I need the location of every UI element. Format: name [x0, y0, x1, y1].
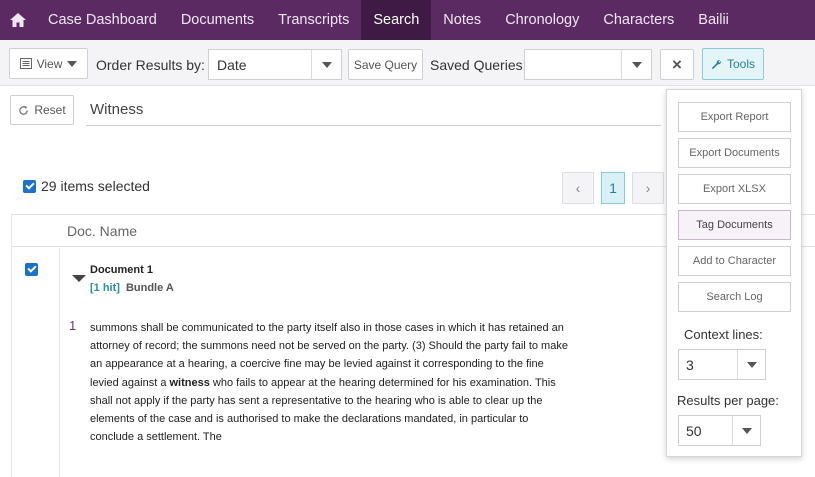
nav-chronology[interactable]: Chronology [493, 0, 591, 40]
export-xlsx-button[interactable]: Export XLSX [678, 174, 791, 204]
column-header-doc-name[interactable]: Doc. Name [67, 223, 137, 239]
expand-toggle-icon[interactable] [72, 275, 86, 282]
snippet-highlight: witness [169, 376, 210, 389]
order-results-select[interactable]: Date [208, 49, 342, 80]
wrench-icon [712, 59, 721, 69]
column-divider [59, 248, 60, 477]
results-per-page-label: Results per page: [677, 393, 779, 408]
tools-dropdown-panel: Export Report Export Documents Export XL… [666, 89, 802, 457]
view-button[interactable]: View [9, 48, 88, 79]
context-lines-value: 3 [686, 356, 694, 373]
tools-label: Tools [726, 57, 755, 71]
tag-documents-button[interactable]: Tag Documents [678, 210, 791, 240]
select-all-checkbox[interactable] [23, 179, 36, 193]
chevron-down-icon [621, 50, 651, 79]
order-results-label: Order Results by: [96, 57, 205, 73]
nav-notes[interactable]: Notes [431, 0, 493, 40]
context-lines-select[interactable]: 3 [678, 349, 766, 380]
hit-count-link[interactable]: [1 hit] [90, 282, 120, 294]
save-query-button[interactable]: Save Query [348, 49, 423, 80]
tools-button[interactable]: Tools [702, 48, 764, 80]
reset-label: Reset [34, 103, 66, 117]
pager-prev-button[interactable]: ‹ [562, 172, 594, 204]
nav-search[interactable]: Search [361, 0, 432, 40]
hit-line-number[interactable]: 1 [69, 318, 76, 333]
pager-next-button[interactable]: › [632, 172, 664, 204]
nav-characters[interactable]: Characters [591, 0, 686, 40]
saved-queries-select[interactable] [524, 49, 652, 80]
selection-summary: 29 items selected [23, 178, 150, 194]
chevron-down-icon [732, 416, 760, 445]
document-title[interactable]: Document 1 [90, 264, 153, 276]
nav-case-dashboard[interactable]: Case Dashboard [36, 0, 169, 40]
nav-transcripts[interactable]: Transcripts [266, 0, 361, 40]
close-icon: × [672, 54, 682, 74]
list-icon [19, 58, 32, 69]
order-results-value: Date [217, 56, 247, 73]
export-documents-button[interactable]: Export Documents [678, 138, 791, 168]
top-navbar: Case Dashboard Documents Transcripts Sea… [0, 0, 815, 40]
reset-button[interactable]: Reset [10, 95, 74, 125]
chevron-down-icon [311, 50, 341, 79]
saved-queries-label: Saved Queries: [430, 57, 527, 73]
nav-bailii[interactable]: Bailii [686, 0, 741, 40]
context-lines-label: Context lines: [684, 327, 763, 342]
export-report-button[interactable]: Export Report [678, 102, 791, 132]
search-term-input[interactable]: Witness [86, 94, 661, 126]
pager-page-1[interactable]: 1 [601, 172, 625, 204]
nav-documents[interactable]: Documents [169, 0, 266, 40]
results-per-page-value: 50 [686, 422, 702, 439]
add-to-character-button[interactable]: Add to Character [678, 246, 791, 276]
hit-snippet: summons shall be communicated to the par… [90, 319, 570, 446]
results-per-page-select[interactable]: 50 [678, 415, 761, 446]
search-log-button[interactable]: Search Log [678, 282, 791, 312]
refresh-icon [19, 105, 29, 115]
chevron-down-icon [737, 350, 765, 379]
clear-query-button[interactable]: × [660, 49, 694, 80]
chevron-down-icon [67, 60, 78, 67]
bundle-name: Bundle A [125, 282, 174, 294]
row-checkbox[interactable] [25, 263, 38, 276]
document-meta: [1 hit] Bundle A [90, 282, 174, 294]
selection-count-text: 29 items selected [41, 178, 150, 194]
view-label: View [36, 56, 63, 71]
home-icon[interactable] [0, 0, 36, 40]
